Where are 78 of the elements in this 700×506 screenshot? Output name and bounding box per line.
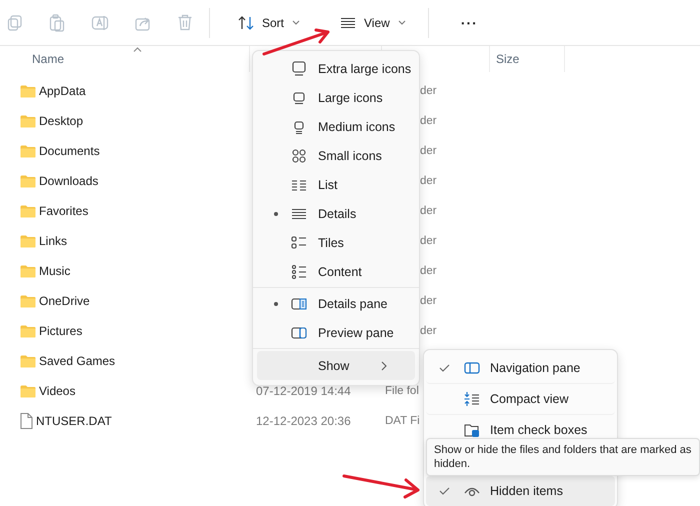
file-name[interactable]: AppData xyxy=(39,84,86,98)
small-icons-icon xyxy=(291,148,307,164)
checkbox-folder-icon xyxy=(464,422,480,438)
preview-pane-icon xyxy=(291,324,307,340)
file-type: der xyxy=(420,265,437,277)
content-icon xyxy=(291,264,307,280)
folder-icon xyxy=(20,174,36,188)
folder-icon xyxy=(20,234,36,248)
column-header[interactable]: Size xyxy=(496,52,520,66)
view-button[interactable]: View xyxy=(334,12,412,34)
file-icon xyxy=(20,413,33,429)
rename-icon[interactable] xyxy=(91,14,109,32)
folder-icon xyxy=(20,354,36,368)
file-type: der xyxy=(420,205,437,217)
file-type: File fol xyxy=(385,385,419,397)
delete-icon[interactable] xyxy=(177,14,193,31)
file-type: der xyxy=(420,115,437,127)
file-type: der xyxy=(420,235,437,247)
share-icon[interactable] xyxy=(135,14,151,30)
menu-item[interactable]: Navigation pane xyxy=(426,353,615,384)
menu-item[interactable]: Large icons xyxy=(253,83,419,112)
file-name[interactable]: Music xyxy=(39,264,70,278)
folder-icon xyxy=(20,114,36,128)
date-modified: 12-12-2023 20:36 xyxy=(256,414,351,428)
menu-item[interactable]: Hidden items xyxy=(426,476,615,506)
menu-item[interactable]: Medium icons xyxy=(253,112,419,141)
sort-icon xyxy=(238,14,254,30)
column-header[interactable]: Name xyxy=(32,52,64,66)
file-name[interactable]: NTUSER.DAT xyxy=(36,414,112,428)
menu-item[interactable]: Tiles xyxy=(253,228,419,257)
menu-item[interactable]: Details xyxy=(253,199,419,228)
menu-item[interactable]: Extra large icons xyxy=(253,54,419,83)
menu-item[interactable]: Content xyxy=(253,257,419,286)
file-name[interactable]: Documents xyxy=(39,144,100,158)
file-type: der xyxy=(420,85,437,97)
file-type: der xyxy=(420,295,437,307)
file-name[interactable]: OneDrive xyxy=(39,294,90,308)
file-name[interactable]: Saved Games xyxy=(39,354,116,368)
chevron-down-icon xyxy=(398,20,406,25)
menu-item[interactable]: Show xyxy=(257,351,415,380)
menu-item[interactable]: Details pane xyxy=(253,289,419,318)
folder-icon xyxy=(20,324,36,338)
paste-icon[interactable] xyxy=(49,14,65,32)
file-type: der xyxy=(420,325,437,337)
large-icons-icon xyxy=(291,90,307,106)
file-name[interactable]: Desktop xyxy=(39,114,84,128)
file-name[interactable]: Favorites xyxy=(39,204,88,218)
menu-item[interactable]: Compact view xyxy=(426,384,615,415)
folder-icon xyxy=(20,294,36,308)
arrow xyxy=(262,27,332,57)
tooltip: Show or hide the files and folders that are marked as hidden. xyxy=(426,438,700,476)
file-type: der xyxy=(420,145,437,157)
folder-icon xyxy=(20,264,36,278)
file-type: der xyxy=(420,175,437,187)
list-lines-icon xyxy=(340,16,356,28)
sort-button[interactable]: Sort xyxy=(232,10,306,34)
folder-icon xyxy=(20,144,36,158)
file-type: DAT Fi xyxy=(385,415,420,427)
extra-large-icons-icon xyxy=(291,60,307,76)
compact-view-icon xyxy=(464,391,480,407)
file-name[interactable]: Videos xyxy=(39,384,76,398)
more-button[interactable]: ··· xyxy=(454,12,484,32)
chevron-down-icon xyxy=(292,20,300,25)
menu-item[interactable]: Small icons xyxy=(253,141,419,170)
menu-item[interactable]: List xyxy=(253,170,419,199)
file-name[interactable]: Links xyxy=(39,234,68,248)
date-modified: 07-12-2019 14:44 xyxy=(256,384,351,398)
tiles-icon xyxy=(291,234,307,250)
folder-icon xyxy=(20,204,36,218)
file-name[interactable]: Downloads xyxy=(39,174,98,188)
sort-up-icon xyxy=(133,47,142,52)
navigation-pane-icon xyxy=(464,360,480,376)
details-pane-icon xyxy=(291,296,307,312)
copy-icon[interactable] xyxy=(7,14,23,30)
menu-item[interactable]: Preview pane xyxy=(253,318,419,347)
file-name[interactable]: Pictures xyxy=(39,324,82,338)
folder-icon xyxy=(20,84,36,98)
folder-icon xyxy=(20,384,36,398)
